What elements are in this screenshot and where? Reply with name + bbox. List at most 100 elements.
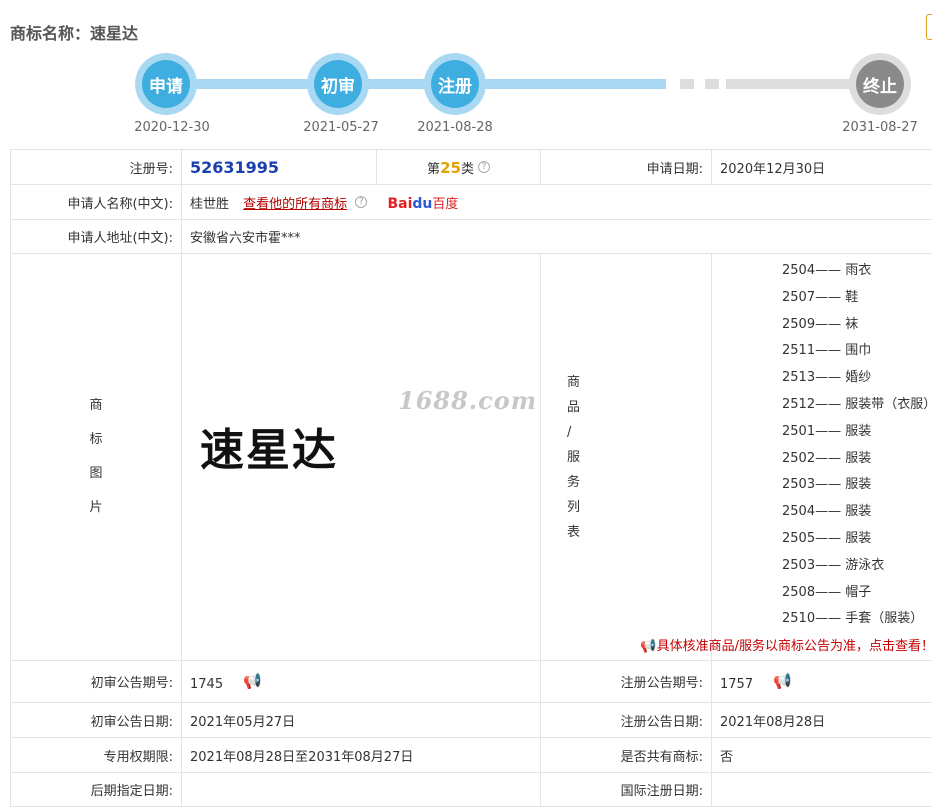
intl-date-label: 国际注册日期: [540, 772, 712, 807]
goods-code: 2502 [782, 450, 816, 466]
help-icon[interactable]: ? [355, 195, 368, 208]
megaphone-icon: 📢 [640, 639, 657, 655]
page-title: 商标名称：速星达 [10, 24, 139, 43]
goods-name: 袜 [845, 316, 859, 332]
view-all-trademarks-link[interactable]: 查看他的所有商标 [243, 197, 347, 212]
goods-item: 2502—— 服装 [782, 450, 872, 466]
apply-date-label: 申请日期: [540, 149, 712, 185]
goods-item: 2501—— 服装 [782, 423, 872, 439]
goods-list: 2504—— 雨衣 2507—— 鞋 2509—— 袜 2511—— 围巾 2513——… [662, 254, 932, 633]
later-date-label: 后期指定日期: [10, 772, 182, 807]
goods-code: 2505 [782, 530, 816, 546]
goods-name: 服装带（衣服） [845, 396, 932, 412]
prelim-no-label: 初审公告期号: [10, 660, 182, 703]
goods-name: 服装 [845, 450, 872, 466]
goods-name: 服装 [845, 477, 872, 493]
help-icon[interactable]: ? [477, 160, 490, 173]
goods-code: 2503 [782, 477, 816, 493]
goods-code: 2509 [782, 316, 816, 332]
goods-item: 2510—— 手套（服装） [782, 611, 924, 627]
status-timeline: 申请 2020-12-30 初审 2021-05-27 注册 2021-08-2… [0, 45, 932, 145]
goods-name: 婚纱 [845, 370, 872, 386]
goods-item: 2509—— 袜 [782, 316, 859, 332]
goods-name: 雨衣 [845, 263, 872, 278]
applicant-cell: 桂世胜 查看他的所有商标 ? Baidu百度 [181, 184, 932, 220]
goods-code: 2504 [782, 504, 816, 520]
timeline-date: 2021-08-28 [417, 120, 493, 135]
timeline-date: 2031-08-27 [842, 120, 918, 135]
timeline-node-label: 初审 [314, 60, 362, 108]
baidu-search-logo[interactable]: Baidu百度 [387, 196, 458, 212]
timeline-node-prelim: 初审 [307, 53, 369, 115]
goods-name: 手套（服装） [845, 611, 924, 627]
timeline-node-apply: 申请 [135, 53, 197, 115]
goods-name: 鞋 [845, 289, 859, 305]
megaphone-icon[interactable]: 📢 [773, 672, 792, 690]
goods-code: 2508 [782, 584, 816, 600]
reg-ann-no-cell: 1757 📢 [711, 660, 932, 703]
trademark-image: 速星达 [200, 425, 338, 476]
goods-item: 2505—— 服装 [782, 530, 872, 546]
shared-trademark-label: 是否共有商标: [540, 737, 712, 773]
reg-ann-date-value: 2021年08月28日 [711, 702, 932, 738]
apply-date-value: 2020年12月30日 [711, 149, 932, 185]
goods-notice[interactable]: 📢具体核准商品/服务以商标公告为准，点击查看！ [541, 635, 932, 654]
intl-date-value [711, 772, 932, 807]
goods-item: 2511—— 围巾 [782, 343, 872, 359]
exclusive-period-value: 2021年08月28日至2031年08月27日 [181, 737, 541, 773]
goods-name: 服装 [845, 423, 872, 439]
goods-item: 2503—— 游泳衣 [782, 557, 885, 573]
trademark-image-cell: 速星达 1688.com [181, 253, 541, 661]
goods-list-cell: 2504—— 雨衣 2507—— 鞋 2509—— 袜 2511—— 围巾 2513——… [640, 253, 932, 661]
timeline-dash [680, 79, 694, 89]
goods-name: 游泳衣 [845, 557, 885, 573]
goods-item: 2504—— 雨衣 [782, 263, 872, 278]
goods-code: 2507 [782, 289, 816, 305]
later-date-value [181, 772, 541, 807]
timeline-track-progress [166, 79, 666, 89]
prelim-no-value: 1745 [190, 676, 224, 692]
goods-name: 帽子 [845, 584, 872, 600]
reg-no-cell: 52631995 [181, 149, 377, 185]
goods-name: 服装 [845, 530, 872, 546]
reg-no-value: 52631995 [190, 157, 280, 177]
goods-item: 2503—— 服装 [782, 477, 872, 493]
class-cell: 第25类? [376, 149, 541, 185]
goods-item: 2507—— 鞋 [782, 289, 859, 305]
applicant-label: 申请人名称(中文): [10, 184, 182, 220]
reg-no-label: 注册号: [10, 149, 182, 185]
goods-code: 2513 [782, 370, 816, 386]
timeline-dash [705, 79, 719, 89]
timeline-date: 2020-12-30 [134, 120, 210, 135]
goods-item: 2504—— 服装 [782, 504, 872, 520]
corner-frame [926, 14, 932, 40]
exclusive-period-label: 专用权期限: [10, 737, 182, 773]
goods-item: 2508—— 帽子 [782, 584, 872, 600]
goods-item: 2512—— 服装带（衣服） [782, 392, 932, 419]
address-value: 安徽省六安市霍*** [181, 219, 932, 254]
goods-item: 2513—— 婚纱 [782, 370, 872, 386]
reg-ann-no-label: 注册公告期号: [540, 660, 712, 703]
prelim-date-label: 初审公告日期: [10, 702, 182, 738]
prelim-date-value: 2021年05月27日 [181, 702, 541, 738]
applicant-name: 桂世胜 [190, 196, 230, 212]
goods-code: 2504 [782, 263, 816, 278]
timeline-node-label: 申请 [142, 60, 190, 108]
megaphone-icon[interactable]: 📢 [243, 672, 262, 690]
goods-name: 服装 [845, 504, 872, 520]
goods-code: 2511 [782, 343, 816, 359]
trademark-detail-table: 注册号: 52631995 第25类? 申请日期: 2020年12月30日 申请… [10, 149, 932, 807]
timeline-node-register: 注册 [424, 53, 486, 115]
shared-trademark-value: 否 [711, 737, 932, 773]
trademark-image-label: 商 标 图 片 [10, 253, 182, 661]
address-label: 申请人地址(中文): [10, 219, 182, 254]
timeline-date: 2021-05-27 [303, 120, 379, 135]
watermark: 1688.com [398, 386, 538, 415]
prelim-no-cell: 1745 📢 [181, 660, 541, 703]
timeline-node-label: 注册 [431, 60, 479, 108]
timeline-node-label: 终止 [856, 60, 904, 108]
goods-code: 2512 [782, 396, 816, 412]
class-number: 25 [440, 158, 461, 177]
reg-ann-date-label: 注册公告日期: [540, 702, 712, 738]
timeline-node-terminate: 终止 [849, 53, 911, 115]
